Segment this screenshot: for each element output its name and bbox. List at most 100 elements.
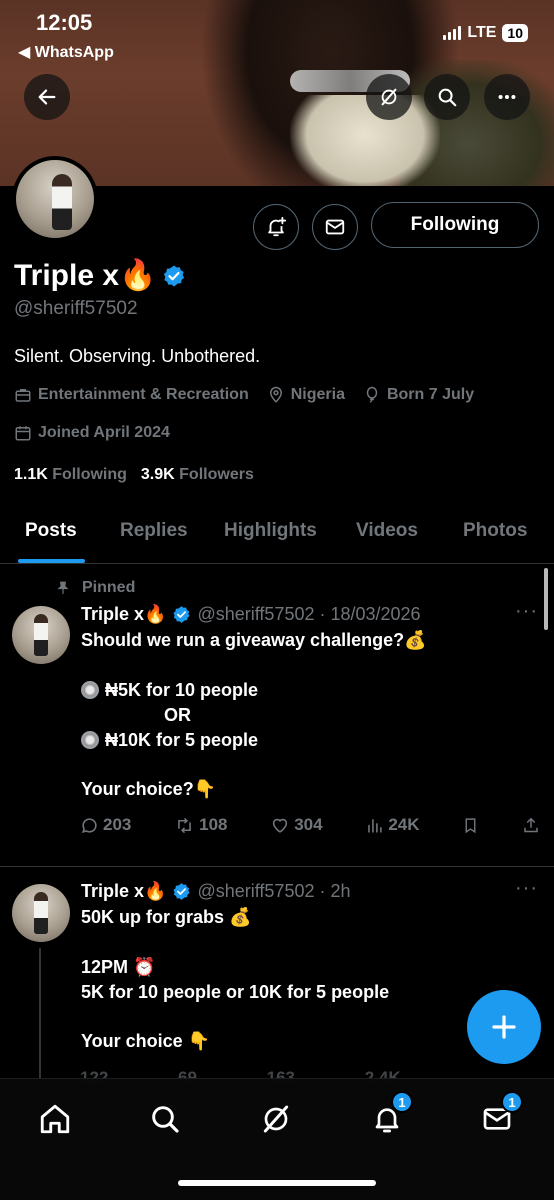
notify-button[interactable]	[253, 204, 299, 250]
tab-photos[interactable]: Photos	[463, 520, 527, 542]
pinned-label: Pinned	[82, 579, 136, 596]
like-action[interactable]: 304	[270, 815, 323, 835]
avatar-person	[34, 892, 48, 934]
home-icon	[40, 1104, 70, 1134]
active-tab-indicator	[18, 559, 85, 563]
location-item: Nigeria	[267, 386, 345, 404]
reply-count: 203	[103, 815, 132, 834]
nav-home[interactable]	[33, 1097, 77, 1141]
profile-name-row: Triple x🔥	[14, 258, 186, 293]
poll-option-1: ₦5K for 10 people	[81, 680, 258, 701]
post-avatar[interactable]	[12, 606, 70, 664]
share-action[interactable]	[522, 816, 540, 835]
post-text-line: 12PM ⏰	[81, 957, 156, 977]
birthday-item: Born 7 July	[363, 386, 474, 404]
messages-badge: 1	[501, 1091, 523, 1113]
profile-avatar[interactable]	[12, 156, 98, 242]
followers-count-link[interactable]: 3.9K Followers	[141, 466, 254, 484]
verified-badge-icon	[173, 606, 190, 623]
bookmark-action[interactable]	[462, 816, 479, 835]
more-options-button[interactable]	[484, 74, 530, 120]
home-indicator[interactable]	[178, 1180, 376, 1186]
thread-line	[39, 948, 41, 1078]
views-action[interactable]: 24K	[365, 815, 420, 835]
avatar-person	[52, 174, 72, 230]
pinned-row: Pinned	[56, 579, 135, 597]
joined-item: Joined April 2024	[14, 424, 170, 442]
repost-action[interactable]: 108	[174, 815, 227, 835]
grok-icon	[381, 88, 397, 106]
more-horizontal-icon	[498, 94, 516, 100]
views-count: 24K	[388, 815, 420, 834]
calendar-icon	[15, 426, 31, 441]
post-text-line: Should we run a giveaway challenge?💰	[81, 630, 427, 650]
post-author-name[interactable]: Triple x🔥	[81, 881, 166, 902]
profile-handle: @sheriff57502	[14, 298, 138, 319]
nav-messages[interactable]: 1	[475, 1091, 523, 1141]
share-icon	[524, 817, 538, 832]
tab-posts[interactable]: Posts	[25, 520, 77, 542]
followers-count: 3.9K	[140, 466, 175, 483]
search-icon	[152, 1106, 179, 1133]
profile-bio: Silent. Observing. Unbothered.	[14, 346, 261, 366]
post-author-name[interactable]: Triple x🔥	[81, 604, 166, 625]
reply-action[interactable]: 203	[80, 815, 131, 835]
back-to-whatsapp[interactable]: ◀ WhatsApp	[18, 42, 114, 62]
post-handle-date: @sheriff57502 · 18/03/2026	[197, 604, 421, 624]
profile-tabs: Posts Replies Highlights Videos Photos	[0, 506, 554, 564]
signal-icon	[443, 26, 462, 40]
following-button[interactable]: Following	[371, 202, 539, 248]
following-label: Following	[52, 466, 127, 483]
post-text-line: Your choice 👇	[81, 1031, 211, 1051]
nav-notifications[interactable]: 1	[365, 1091, 413, 1141]
post-header: Triple x🔥 @sheriff57502 · 2h	[81, 881, 351, 902]
radio-icon	[81, 681, 99, 699]
tab-highlights[interactable]: Highlights	[224, 520, 317, 542]
poll-option-2: ₦10K for 5 people	[81, 730, 258, 751]
post-handle-date: @sheriff57502 · 2h	[197, 881, 351, 901]
repost-icon	[178, 817, 191, 833]
post-text-line: 5K for 10 people or 10K for 5 people	[81, 982, 390, 1002]
post-avatar[interactable]	[12, 884, 70, 942]
bookmark-icon	[465, 817, 476, 833]
post-text-line: 50K up for grabs 💰	[81, 907, 252, 927]
post-text-or: OR	[164, 705, 191, 725]
grok-icon	[263, 1105, 289, 1133]
joined-label: Joined April 2024	[38, 424, 170, 441]
following-count-link[interactable]: 1.1K Following	[14, 466, 127, 484]
envelope-icon	[325, 219, 345, 235]
nav-grok[interactable]	[254, 1097, 298, 1141]
category-item: Entertainment & Recreation	[14, 386, 249, 404]
notifications-badge: 1	[391, 1091, 413, 1113]
banner-shirt	[290, 95, 440, 186]
tab-videos[interactable]: Videos	[356, 520, 418, 542]
tab-replies[interactable]: Replies	[120, 520, 188, 542]
post-actions: 203 108 304 24K	[80, 815, 540, 835]
post-text-line: Your choice?👇	[81, 779, 217, 799]
profile-name: Triple x🔥	[14, 259, 157, 292]
network-label: LTE	[467, 24, 497, 41]
plus-icon	[492, 1015, 516, 1039]
post-more-icon[interactable]: ···	[515, 600, 538, 623]
verified-badge-icon[interactable]	[162, 264, 186, 288]
post-divider	[0, 866, 554, 867]
scrollbar-thumb[interactable]	[544, 568, 548, 630]
message-button[interactable]	[312, 204, 358, 250]
battery-indicator: 10	[502, 24, 528, 42]
post-more-icon[interactable]: ···	[515, 877, 538, 900]
followers-label: Followers	[179, 466, 254, 483]
views-chart-icon	[368, 818, 382, 833]
back-button[interactable]	[24, 74, 70, 120]
search-button[interactable]	[424, 74, 470, 120]
joined-row: Joined April 2024	[14, 424, 170, 442]
like-count: 304	[294, 815, 323, 834]
poll-option-2-label: ₦10K for 5 people	[105, 730, 259, 750]
nav-search[interactable]	[143, 1097, 187, 1141]
grok-button[interactable]	[366, 74, 412, 120]
reply-icon	[81, 817, 97, 833]
compose-post-button[interactable]	[467, 990, 541, 1064]
location-label: Nigeria	[290, 386, 345, 403]
profile-meta-row: Entertainment & Recreation Nigeria Born …	[14, 386, 474, 404]
heart-icon	[273, 818, 288, 833]
search-icon	[438, 88, 457, 107]
